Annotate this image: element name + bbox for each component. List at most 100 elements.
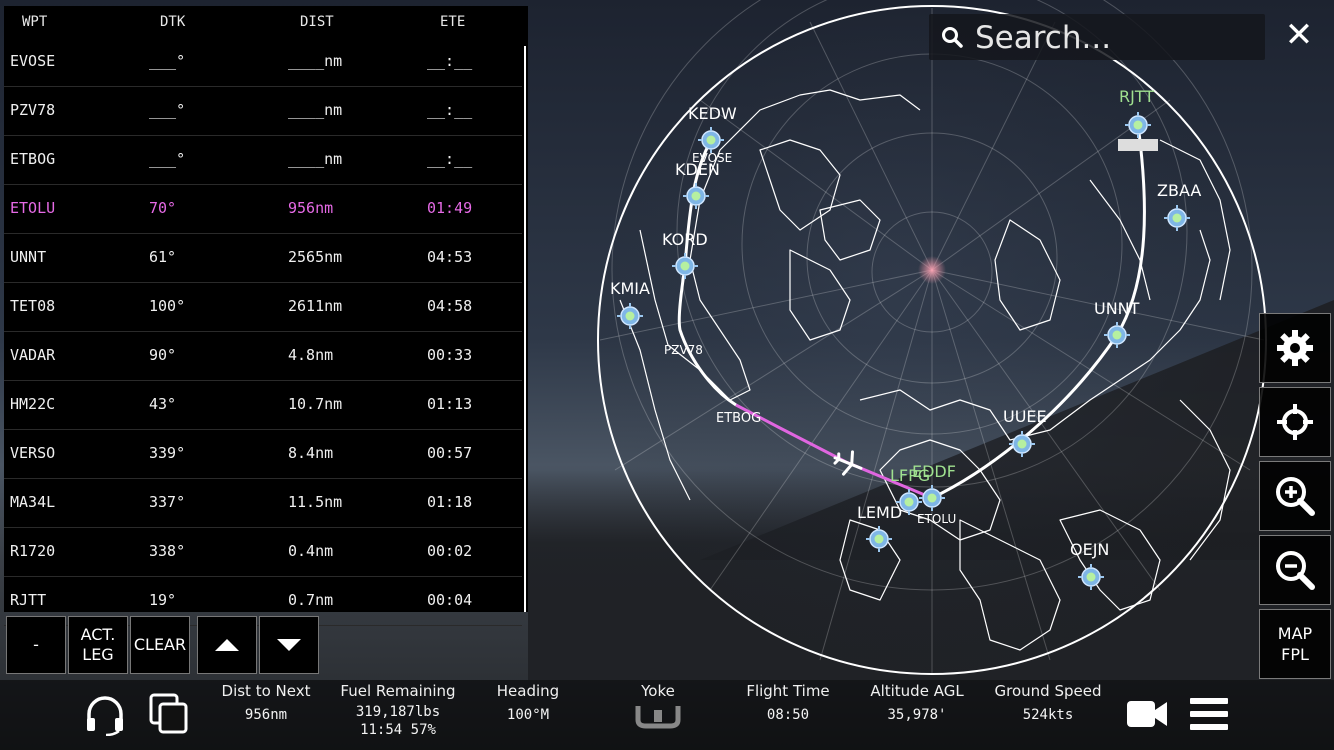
flight-plan-row[interactable]: ETBOG ___° ____nm __:__ [4, 136, 522, 185]
cell-ete: __:__ [427, 101, 473, 119]
crosshair-icon [1277, 404, 1313, 440]
fuel-label: Fuel Remaining [340, 682, 456, 700]
cell-wpt: ETOLU [10, 199, 56, 217]
flight-time-stat: Flight Time 08:50 [738, 682, 838, 724]
header-wpt: WPT [22, 14, 48, 30]
flight-plan-row[interactable]: PZV78 ___° ____nm __:__ [4, 87, 522, 136]
remove-waypoint-button[interactable]: - [6, 616, 66, 674]
close-icon[interactable]: ✕ [1282, 18, 1316, 52]
ground-speed-value: 524kts [1022, 707, 1074, 723]
menu-icon[interactable] [1188, 696, 1230, 732]
cell-ete: 01:49 [427, 199, 473, 217]
cell-wpt: MA34L [10, 493, 56, 511]
cell-dtk: 90° [149, 346, 177, 364]
cell-dtk: 337° [149, 493, 186, 511]
dist-to-next-stat: Dist to Next 956nm [216, 682, 316, 724]
cell-dtk: ___° [149, 52, 186, 70]
zoom-out-icon [1276, 551, 1315, 590]
fuel-time-value: 11:54 57% [360, 722, 436, 738]
cell-ete: 01:18 [427, 493, 473, 511]
ground-speed-label: Ground Speed [994, 682, 1102, 700]
flight-plan-row[interactable]: VADAR 90° 4.8nm 00:33 [4, 332, 522, 381]
waypoint-label-etbog: ETBOG [716, 411, 761, 426]
airport-label: KORD [662, 230, 708, 249]
map-fpl-label-1: MAP [1277, 624, 1313, 643]
cell-ete: 04:58 [427, 297, 473, 315]
flight-plan-row[interactable]: TET08 100° 2611nm 04:58 [4, 283, 522, 332]
scroll-down-button[interactable] [259, 616, 319, 674]
map-fpl-label-2: FPL [1281, 645, 1309, 664]
globe-map[interactable]: KEDWKDENKORDKMIARJTTZBAAUNNTUUEELEMDOEJN… [590, 0, 1270, 680]
cell-dist: 2565nm [288, 248, 343, 266]
flight-plan-row[interactable]: EVOSE ___° ____nm __:__ [4, 38, 522, 87]
yoke-icon [635, 706, 681, 729]
airport-label: UNNT [1094, 299, 1140, 318]
waypoint-label-pzv78: PZV78 [664, 343, 703, 357]
clear-button[interactable]: CLEAR [130, 616, 190, 674]
scroll-up-button[interactable] [197, 616, 257, 674]
fuel-stat: Fuel Remaining 319,187lbs 11:54 57% [336, 682, 460, 739]
waypoint-label-etolu: ETOLU [917, 512, 956, 526]
camera-icon[interactable] [1126, 698, 1168, 730]
flight-plan-row[interactable]: HM22C 43° 10.7nm 01:13 [4, 381, 522, 430]
cell-wpt: VADAR [10, 346, 56, 364]
yoke-label: Yoke [641, 682, 675, 700]
gear-icon [1277, 330, 1313, 366]
cell-dist: 0.4nm [288, 542, 334, 560]
cell-ete: 00:57 [427, 444, 473, 462]
flight-plan-rows: EVOSE ___° ____nm __:__ PZV78 ___° ____nm __:__… [4, 38, 522, 626]
flight-time-label: Flight Time [746, 682, 830, 700]
fuel-weight-value: 319,187lbs [355, 704, 441, 720]
dist-to-next-label: Dist to Next [221, 682, 311, 700]
flight-plan-row[interactable]: R1720 338° 0.4nm 00:02 [4, 528, 522, 577]
cell-dist: 2611nm [288, 297, 343, 315]
flight-plan-row[interactable]: VERSO 339° 8.4nm 00:57 [4, 430, 522, 479]
cell-wpt: EVOSE [10, 52, 56, 70]
cell-dtk: ___° [149, 101, 186, 119]
arrow-up-icon [215, 639, 239, 651]
copy-windows-icon[interactable] [148, 692, 190, 736]
cell-dtk: 61° [149, 248, 177, 266]
airport-label: ZBAA [1157, 181, 1201, 200]
zoom-in-button[interactable] [1259, 461, 1331, 531]
cell-wpt: TET08 [10, 297, 56, 315]
cell-wpt: VERSO [10, 444, 56, 462]
cell-dist: 956nm [288, 199, 334, 217]
cell-wpt: HM22C [10, 395, 56, 413]
altitude-label: Altitude AGL [870, 682, 964, 700]
search-placeholder: Search... [975, 20, 1112, 56]
altitude-value: 35,978' [887, 707, 947, 723]
yoke-stat[interactable]: Yoke [618, 682, 698, 734]
cell-wpt: UNNT [10, 248, 47, 266]
settings-button[interactable] [1259, 313, 1331, 383]
north-pole-marker [918, 256, 946, 284]
airport-label: LEMD [857, 503, 902, 522]
activate-leg-button[interactable]: ACT. LEG [68, 616, 128, 674]
cell-dist: 11.5nm [288, 493, 343, 511]
header-dtk: DTK [160, 14, 186, 30]
cell-ete: 01:13 [427, 395, 473, 413]
search-field[interactable]: Search... [929, 14, 1265, 60]
cell-dist: 0.7nm [288, 591, 334, 609]
search-icon [942, 27, 963, 48]
flight-plan-row[interactable]: UNNT 61° 2565nm 04:53 [4, 234, 522, 283]
map-fpl-toggle-button[interactable]: MAP FPL [1259, 609, 1331, 679]
flight-plan-row[interactable]: ETOLU 70° 956nm 01:49 [4, 185, 522, 234]
cell-dtk: 100° [149, 297, 186, 315]
activate-leg-label-1: ACT. [80, 625, 116, 644]
center-map-button[interactable] [1259, 387, 1331, 457]
airport-label: KEDW [688, 104, 737, 123]
cell-dist: ____nm [288, 150, 343, 168]
flight-plan-scrollbar[interactable] [524, 46, 526, 612]
flight-plan-row[interactable]: MA34L 337° 11.5nm 01:18 [4, 479, 522, 528]
cell-ete: 04:53 [427, 248, 473, 266]
header-dist: DIST [300, 14, 334, 30]
headset-icon[interactable] [84, 694, 126, 736]
cell-wpt: ETBOG [10, 150, 56, 168]
cell-dtk: 339° [149, 444, 186, 462]
zoom-in-icon [1276, 477, 1315, 516]
cell-dtk: 19° [149, 591, 177, 609]
cell-wpt: PZV78 [10, 101, 56, 119]
zoom-out-button[interactable] [1259, 535, 1331, 605]
cell-ete: 00:33 [427, 346, 473, 364]
